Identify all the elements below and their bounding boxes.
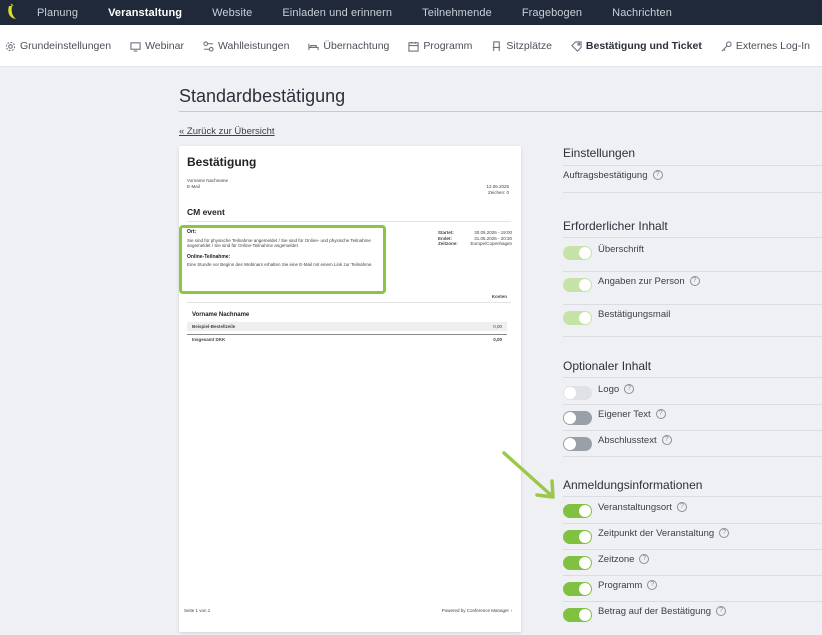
bestaetigungsmail-toggle — [563, 311, 592, 325]
back-link[interactable]: « Zurück zur Übersicht — [179, 126, 275, 137]
betrag-toggle[interactable] — [563, 608, 592, 622]
logo-toggle — [563, 386, 592, 400]
help-icon[interactable]: ? — [624, 384, 635, 394]
highlight-box — [179, 225, 386, 294]
section-divider — [563, 237, 822, 238]
section-divider — [563, 496, 822, 497]
preview-title: Bestätigung — [187, 155, 257, 169]
section-anmeldung-title: Anmeldungsinformationen — [563, 478, 703, 492]
section-optional-title: Optionaler Inhalt — [563, 359, 652, 373]
ticket-icon — [571, 40, 582, 52]
toggle-row-eigener-text: Eigener Text? — [563, 409, 666, 426]
subnav-wahlleistungen[interactable]: Wahlleistungen — [203, 40, 289, 52]
subnav-uebernachtung[interactable]: Übernachtung — [308, 40, 389, 52]
subnav-webinar[interactable]: Webinar — [130, 40, 184, 52]
section-divider — [563, 165, 822, 166]
subnav-sitzplaetze[interactable]: Sitzplätze — [491, 40, 552, 52]
section-divider — [563, 304, 822, 305]
monitor-icon — [130, 41, 141, 52]
bed-icon — [308, 43, 320, 50]
help-icon[interactable]: ? — [652, 170, 663, 180]
section-divider — [563, 192, 822, 193]
toggle-row-ueberschrift: Überschrift — [563, 244, 644, 261]
section-divider — [563, 523, 822, 524]
veranstaltungsort-toggle[interactable] — [563, 504, 592, 518]
section-divider — [563, 430, 822, 431]
topnav-veranstaltung[interactable]: Veranstaltung — [93, 7, 197, 19]
topnav-planung[interactable]: Planung — [22, 7, 93, 19]
title-divider — [179, 111, 822, 112]
subnav-externes-login[interactable]: Externes Log-In — [721, 40, 810, 52]
section-divider — [563, 456, 822, 457]
section-einstellungen-title: Einstellungen — [563, 146, 636, 160]
help-icon[interactable]: ? — [655, 409, 666, 419]
preview-times: Startet: 30.05.2026 - 19:00 Endet: 31.05.2… — [438, 230, 512, 246]
preview-date: 12.06.2025 Zeichen: 0 — [486, 184, 509, 195]
preview-event-name: CM event — [187, 207, 225, 217]
key-icon — [721, 40, 732, 51]
help-icon[interactable]: ? — [639, 554, 650, 564]
topnav-teilnehmende[interactable]: Teilnehmende — [407, 7, 507, 19]
zeitzone-toggle[interactable] — [563, 556, 592, 570]
programm-toggle[interactable] — [563, 582, 592, 596]
preview-kosten-header: Kosten — [491, 294, 507, 299]
toggle-row-zeitzone: Zeitzone? — [563, 554, 650, 571]
help-icon[interactable]: ? — [647, 580, 658, 590]
angaben-person-toggle — [563, 278, 592, 292]
preview-address: Vorname Nachname E-Mail — [187, 178, 229, 189]
ueberschrift-toggle — [563, 246, 592, 260]
topnav-website[interactable]: Website — [197, 7, 267, 19]
toggle-row-abschlusstext: Abschlusstext? — [563, 435, 672, 452]
auftragsbestaetigung-row: Auftragsbestätigung? — [563, 167, 663, 183]
preview-page-number: Seite 1 von 1 — [184, 608, 211, 613]
toggle-row-bestaetigungsmail: Bestätigungsmail — [563, 309, 670, 326]
help-icon[interactable]: ? — [689, 276, 700, 286]
subnav-bestaetigung[interactable]: Bestätigung und Ticket — [571, 40, 702, 52]
toggle-row-betrag: Betrag auf der Bestätigung? — [563, 606, 727, 623]
section-divider — [563, 271, 822, 272]
subnav-grundeinstellungen[interactable]: Grundeinstellungen — [5, 40, 111, 52]
toggle-row-logo: Logo? — [563, 384, 635, 401]
help-icon[interactable]: ? — [719, 528, 730, 538]
confirmation-preview: Bestätigung Vorname Nachname E-Mail 12.0… — [179, 146, 521, 632]
toggle-row-veranstaltungsort: Veranstaltungsort? — [563, 502, 687, 519]
preview-divider — [187, 302, 511, 303]
abschlusstext-toggle[interactable] — [563, 437, 592, 451]
eigener-text-toggle[interactable] — [563, 411, 592, 425]
subnav-programm[interactable]: Programm — [408, 40, 472, 52]
help-icon[interactable]: ? — [661, 435, 672, 445]
section-divider — [563, 404, 822, 405]
preview-divider — [187, 221, 511, 222]
preview-person-name: Vorname Nachname — [192, 312, 250, 318]
topnav-fragebogen[interactable]: Fragebogen — [507, 7, 597, 19]
topnav-nachrichten[interactable]: Nachrichten — [597, 7, 687, 19]
green-arrow-icon — [502, 451, 555, 499]
section-divider — [563, 377, 822, 378]
banana-logo-icon: ◗ — [510, 608, 513, 613]
gear-icon — [5, 41, 16, 51]
toggle-row-programm: Programm? — [563, 580, 658, 597]
preview-powered-by: Powered by Conference Manager ◗ — [441, 608, 513, 613]
preview-order-line: Beispiel-Bestellzeile 0,00 — [187, 322, 507, 331]
banana-logo-icon[interactable] — [6, 3, 20, 21]
options-icon — [203, 40, 214, 52]
topnav-einladen[interactable]: Einladen und erinnern — [267, 7, 407, 19]
top-navigation-bar: Planung Veranstaltung Website Einladen u… — [0, 0, 822, 25]
preview-total: Insgesamt DKK 0,00 — [187, 334, 507, 343]
seat-icon — [493, 40, 501, 51]
toggle-row-zeitpunkt: Zeitpunkt der Veranstaltung? — [563, 528, 730, 545]
section-divider — [563, 549, 822, 550]
section-divider — [563, 601, 822, 602]
toggle-row-angaben: Angaben zur Person? — [563, 276, 700, 293]
sub-navigation-bar: Grundeinstellungen Webinar Wahlleistunge… — [0, 25, 822, 67]
zeitpunkt-toggle[interactable] — [563, 530, 592, 544]
calendar-icon — [408, 41, 420, 52]
section-divider — [563, 575, 822, 576]
page-title: Standardbestätigung — [179, 86, 346, 106]
section-divider — [563, 336, 822, 337]
help-icon[interactable]: ? — [716, 606, 727, 616]
help-icon[interactable]: ? — [676, 502, 687, 512]
section-erforderlich-title: Erforderlicher Inhalt — [563, 219, 668, 233]
